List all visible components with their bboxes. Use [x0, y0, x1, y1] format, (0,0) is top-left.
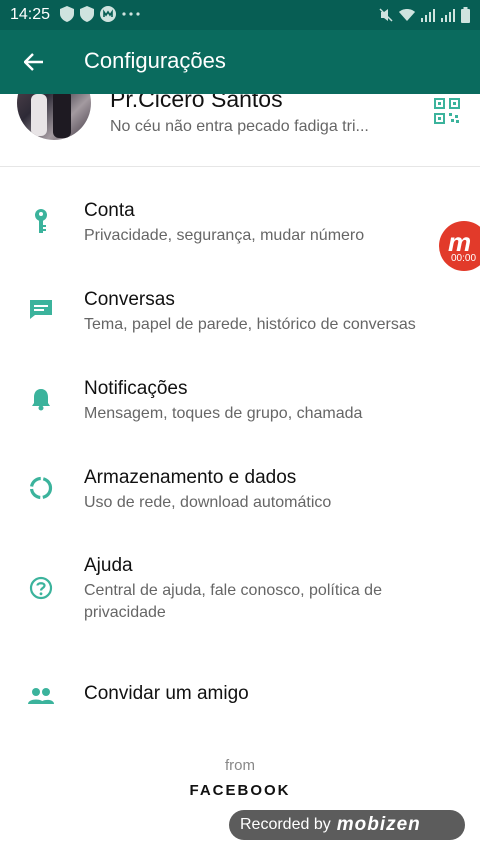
- qr-code-button[interactable]: [434, 98, 460, 124]
- settings-item-subtitle: Privacidade, segurança, mudar número: [84, 227, 365, 244]
- wifi-icon: [399, 9, 415, 21]
- settings-item-chats[interactable]: Conversas Tema, papel de parede, históri…: [0, 279, 480, 349]
- settings-item-title: Conta: [84, 200, 135, 221]
- settings-item-storage[interactable]: Armazenamento e dados Uso de rede, downl…: [0, 457, 480, 527]
- recorded-by-watermark: Recorded by mobizen: [229, 810, 465, 840]
- chat-icon: [28, 296, 54, 322]
- mute-icon: [379, 8, 393, 22]
- settings-item-account[interactable]: Conta Privacidade, segurança, mudar núme…: [0, 190, 480, 260]
- settings-item-subtitle: Uso de rede, download automático: [84, 494, 332, 511]
- settings-item-subtitle: Central de ajuda, fale conosco, política…: [84, 582, 382, 621]
- mobizen-logo: mobizen: [336, 814, 421, 835]
- back-button[interactable]: [18, 46, 50, 78]
- app-bar: Configurações: [0, 30, 480, 94]
- battery-icon: [461, 7, 470, 23]
- recorder-timer: 00:00: [451, 253, 477, 264]
- facebook-brand-label: FACEBOOK: [189, 782, 291, 799]
- settings-item-title: Armazenamento e dados: [84, 467, 297, 488]
- screen-recorder-floating-button[interactable]: m 00:00: [439, 221, 480, 271]
- settings-item-invite-friend[interactable]: Convidar um amigo: [0, 668, 480, 724]
- key-icon: [28, 208, 54, 234]
- settings-item-subtitle: Tema, papel de parede, histórico de conv…: [84, 316, 416, 333]
- shield-icon: [60, 6, 74, 22]
- people-icon: [28, 683, 54, 709]
- help-icon: [28, 575, 54, 601]
- settings-item-help[interactable]: Ajuda Central de ajuda, fale conosco, po…: [0, 546, 480, 638]
- qr-code-icon: [434, 98, 460, 124]
- signal-icon: [421, 9, 435, 22]
- from-label: from: [225, 757, 255, 774]
- avatar[interactable]: [17, 94, 91, 140]
- profile-status: No céu não entra pecado fadiga tri...: [110, 118, 369, 135]
- status-time: 14:25: [10, 6, 51, 23]
- bell-icon: [28, 386, 54, 412]
- storage-ring-icon: [28, 475, 54, 501]
- settings-item-subtitle: Mensagem, toques de grupo, chamada: [84, 405, 363, 422]
- settings-item-title: Ajuda: [84, 555, 133, 576]
- status-bar: 14:25: [0, 0, 480, 30]
- signal-icon: [441, 9, 455, 22]
- profile-row[interactable]: Pr.Cicero Santos No céu não entra pecado…: [0, 94, 480, 167]
- settings-item-notifications[interactable]: Notificações Mensagem, toques de grupo, …: [0, 368, 480, 438]
- recorded-by-label: Recorded by: [240, 816, 331, 833]
- profile-name: Pr.Cicero Santos: [110, 94, 283, 112]
- settings-item-title: Conversas: [84, 289, 175, 310]
- more-dots-icon: [122, 12, 140, 16]
- page-title: Configurações: [84, 48, 226, 73]
- status-left-icons: [60, 6, 140, 22]
- settings-item-title: Notificações: [84, 378, 188, 399]
- back-arrow-icon: [24, 53, 43, 71]
- shield-icon: [80, 6, 94, 22]
- settings-item-title: Convidar um amigo: [84, 683, 249, 704]
- status-right-icons: [379, 7, 470, 23]
- mobizen-status-icon: [100, 6, 116, 22]
